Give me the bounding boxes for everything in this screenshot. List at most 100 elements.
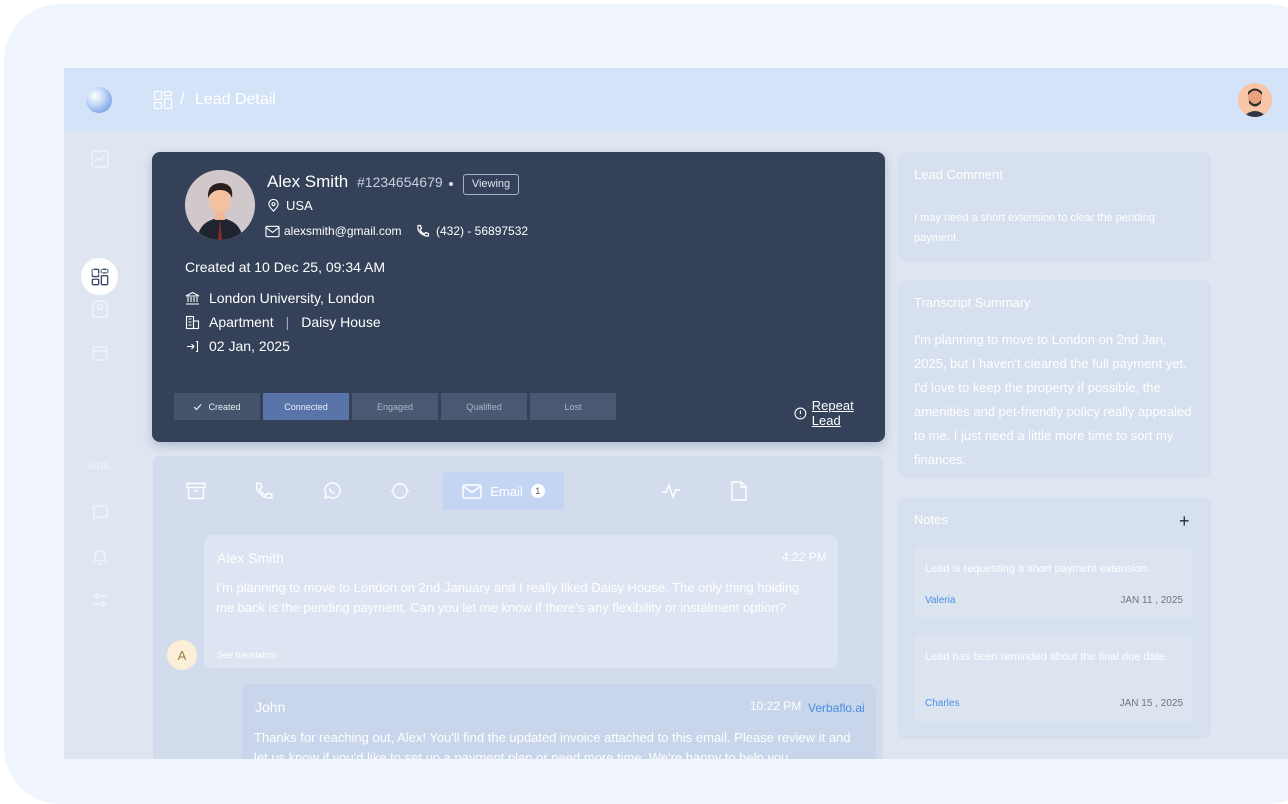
note-date: JAN 11 , 2025 — [1120, 595, 1183, 606]
tab-documents[interactable] — [726, 472, 752, 510]
property-divider: | — [285, 314, 290, 330]
document-icon — [731, 481, 747, 501]
sender-avatar: A — [167, 640, 197, 670]
calendar-icon[interactable] — [90, 343, 110, 363]
location-pin-icon — [268, 199, 279, 212]
stage-engaged[interactable]: Engaged — [352, 393, 438, 420]
dashboard-icon[interactable] — [153, 90, 173, 110]
stage-label: Lost — [564, 401, 582, 412]
apartment-icon — [185, 315, 200, 329]
stage-lost[interactable]: Lost — [530, 393, 616, 420]
note-author[interactable]: Valeria — [925, 595, 955, 606]
message-time: 10:22 PM — [750, 699, 802, 713]
stage-created[interactable]: Created — [174, 393, 260, 420]
activity-icon — [662, 483, 680, 499]
stage-qualified[interactable]: Qualified — [441, 393, 527, 420]
email-row[interactable]: alexsmith@gmail.com — [265, 224, 402, 238]
analytics-icon[interactable] — [90, 149, 110, 169]
stage-label: Qualified — [466, 401, 502, 412]
property-type: Apartment — [209, 314, 274, 330]
tab-whatsapp[interactable] — [319, 472, 345, 510]
message-sender: Alex Smith — [217, 550, 284, 566]
add-note-button[interactable]: + — [1179, 511, 1190, 532]
message-sender: John — [255, 699, 286, 715]
building-icon[interactable] — [90, 256, 110, 276]
message-card: Alex Smith 4:22 PM I'm planning to move … — [204, 535, 838, 668]
breadcrumb-separator: / — [180, 91, 185, 108]
mail-icon — [265, 225, 280, 237]
note-text: Lead is requesting a short payment exten… — [925, 563, 1151, 575]
move-in-date: 02 Jan, 2025 — [209, 338, 290, 354]
tab-email[interactable]: Email 1 — [443, 472, 564, 510]
lead-comment-text: I may need a short extension to clear th… — [914, 212, 1155, 244]
check-icon — [194, 403, 202, 410]
university-icon — [185, 291, 200, 305]
stage-connected[interactable]: Connected — [263, 393, 349, 420]
tab-archive[interactable] — [183, 472, 209, 510]
note-item: Lead has been reminded about the final d… — [914, 636, 1193, 722]
sidebar-item-text[interactable]: AIDS — [88, 461, 109, 471]
property-row: Apartment | Daisy House — [185, 314, 381, 330]
transcript-summary-title: Transcript Summary — [914, 295, 1031, 310]
message-card: John 10:22 PM Verbaflo.ai Thanks for rea… — [242, 684, 876, 759]
stage-progress: Created Connected Engaged Qualified Lost — [174, 393, 616, 420]
phone-icon — [256, 482, 273, 499]
transcript-summary-text: I'm planning to move to London on 2nd Ja… — [914, 332, 1192, 467]
lead-comment-card: Lead Comment I may need a short extensio… — [898, 152, 1211, 262]
lead-id: #1234654679 — [357, 174, 443, 190]
university-row: London University, London — [185, 290, 375, 306]
tab-activity[interactable] — [658, 472, 684, 510]
repeat-lead-link[interactable]: Repeat Lead — [794, 398, 885, 428]
created-at: Created at 10 Dec 25, 09:34 AM — [185, 259, 386, 275]
lead-card: Alex Smith #1234654679 Viewing USA alexs… — [152, 152, 885, 442]
notes-card: Notes + Lead is requesting a short payme… — [898, 497, 1211, 739]
tab-call[interactable] — [251, 472, 277, 510]
stage-label: Created — [208, 401, 241, 412]
lead-phone[interactable]: (432) - 56897532 — [436, 224, 528, 238]
communication-panel: Email 1 A Alex Smith 4:22 PM I'm plannin… — [153, 456, 883, 759]
contacts-icon[interactable] — [90, 299, 110, 319]
see-translation-link[interactable]: See translation — [217, 650, 277, 660]
message-time: 4:22 PM — [782, 550, 827, 564]
info-icon — [794, 407, 807, 419]
app-window: / Lead Detail AIDS Alex Smith #123465467… — [64, 68, 1288, 759]
tab-chat[interactable] — [387, 472, 413, 510]
message-body: Thanks for reaching out, Alex! You'll fi… — [254, 730, 851, 759]
lead-country: USA — [286, 198, 313, 213]
phone-icon — [417, 224, 430, 237]
top-bar: / Lead Detail — [64, 68, 1288, 132]
breadcrumb: / Lead Detail — [180, 91, 276, 109]
stage-label: Connected — [284, 401, 328, 412]
note-author[interactable]: Charles — [925, 698, 959, 709]
repeat-lead-label[interactable]: Repeat Lead — [812, 398, 885, 428]
archive-icon — [186, 482, 206, 500]
message-body: I'm planning to move to London on 2nd Ja… — [216, 580, 800, 615]
chat-icon[interactable] — [90, 503, 110, 523]
note-text: Lead has been reminded about the final d… — [925, 651, 1168, 663]
lead-email[interactable]: alexsmith@gmail.com — [284, 224, 402, 238]
stage-label: Engaged — [376, 401, 414, 412]
location-row: USA — [267, 198, 313, 213]
channel-tabs: Email 1 — [153, 472, 883, 510]
note-date: JAN 15 , 2025 — [1119, 698, 1183, 709]
lead-name: Alex Smith — [267, 172, 349, 191]
lead-university: London University, London — [209, 290, 375, 306]
app-logo[interactable] — [86, 87, 112, 113]
bell-icon[interactable] — [90, 547, 110, 567]
chat-bubble-icon — [391, 482, 409, 499]
user-avatar[interactable] — [1238, 83, 1272, 117]
notes-title: Notes — [914, 512, 948, 527]
sidebar: AIDS — [64, 132, 134, 759]
viewing-tag: Viewing — [463, 174, 519, 195]
message-source[interactable]: Verbaflo.ai — [808, 701, 865, 715]
email-tab-label: Email — [490, 483, 523, 499]
lead-avatar — [185, 170, 255, 240]
move-in-icon — [187, 340, 199, 352]
page-title: Lead Detail — [194, 91, 276, 108]
whatsapp-icon — [323, 482, 341, 500]
email-count-badge: 1 — [530, 484, 545, 498]
transcript-summary-card: Transcript Summary I'm planning to move … — [898, 280, 1211, 478]
note-item: Lead is requesting a short payment exten… — [914, 548, 1193, 618]
settings-sliders-icon[interactable] — [90, 590, 110, 610]
phone-row[interactable]: (432) - 56897532 — [416, 224, 528, 238]
